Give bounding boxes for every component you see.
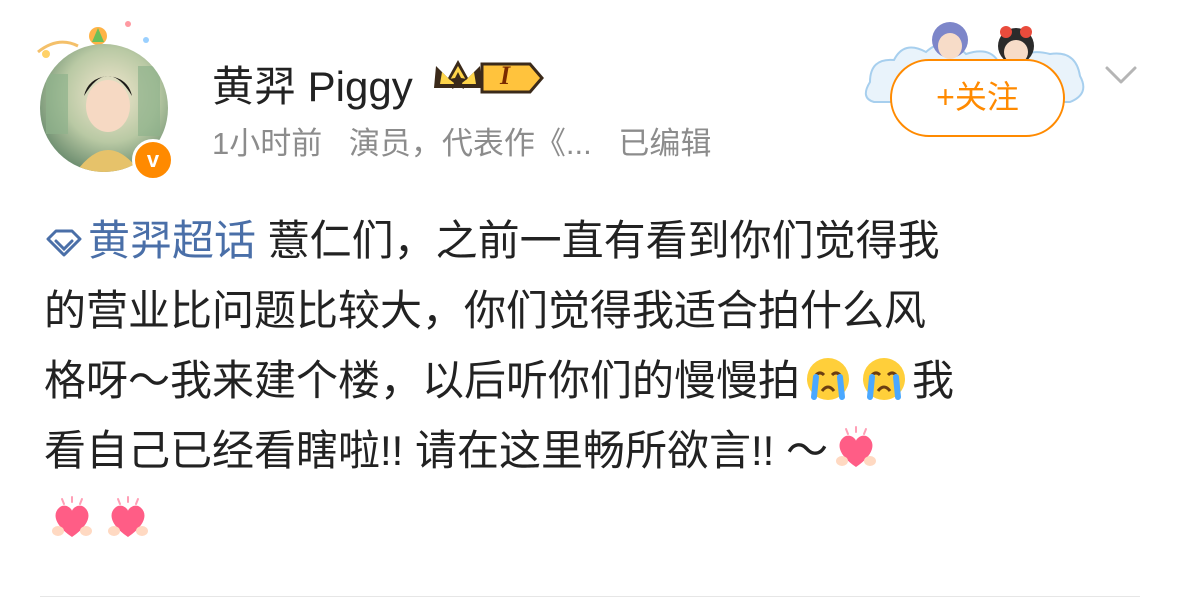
author-bio: 演员，代表作《... [348, 126, 592, 161]
vip-level-label: I [500, 61, 511, 90]
content-text-1: 薏仁们，之前一直有看到你们觉得我 [256, 217, 940, 264]
content-line-2: 的营业比问题比较大，你们觉得我适合拍什么风 [44, 287, 927, 334]
crying-face-emoji [807, 358, 850, 400]
heart-hands-emoji [836, 426, 877, 467]
follow-button[interactable]: +关注 [890, 59, 1065, 137]
content-text-3: 格呀～我来建个楼，以后听你们的慢慢拍 [44, 357, 801, 404]
author-name[interactable]: 黄羿 Piggy [212, 53, 413, 114]
verified-badge-icon: v [132, 139, 174, 181]
divider [40, 596, 1140, 597]
post-content: 黄羿超话 薏仁们，之前一直有看到你们觉得我 的营业比问题比较大，你们觉得我适合拍… [44, 206, 1144, 556]
content-line-1: 黄羿超话 薏仁们，之前一直有看到你们觉得我 [44, 206, 1144, 276]
content-line-5 [44, 486, 1144, 556]
author-avatar[interactable]: v [40, 44, 174, 181]
post-meta: 1小时前 演员，代表作《... 已编辑 [212, 118, 729, 163]
heart-hands-emoji [52, 496, 92, 537]
content-line-4: 看自己已经看瞎啦!! 请在这里畅所欲言!! ～ [44, 416, 1144, 486]
post-header: v 黄羿 Piggy I 1小时前 演员，代表作《... 已编辑 +关注 [0, 0, 1179, 190]
vip-badge[interactable]: I [430, 54, 546, 102]
edited-label: 已编辑 [618, 126, 712, 161]
crying-face-emoji [863, 358, 906, 400]
crown-icon [434, 60, 544, 94]
content-line-3: 格呀～我来建个楼，以后听你们的慢慢拍 我 [44, 346, 1144, 416]
content-text-3b: 我 [912, 357, 955, 404]
topic-label: 黄羿超话 [88, 217, 257, 264]
topic-link[interactable]: 黄羿超话 [44, 217, 256, 264]
heart-hands-emoji [108, 496, 148, 537]
chevron-down-icon[interactable] [1103, 62, 1139, 88]
post-time: 1小时前 [212, 126, 323, 161]
topic-diamond-icon [46, 229, 82, 257]
content-text-4: 看自己已经看瞎啦!! 请在这里畅所欲言!! ～ [44, 427, 829, 474]
